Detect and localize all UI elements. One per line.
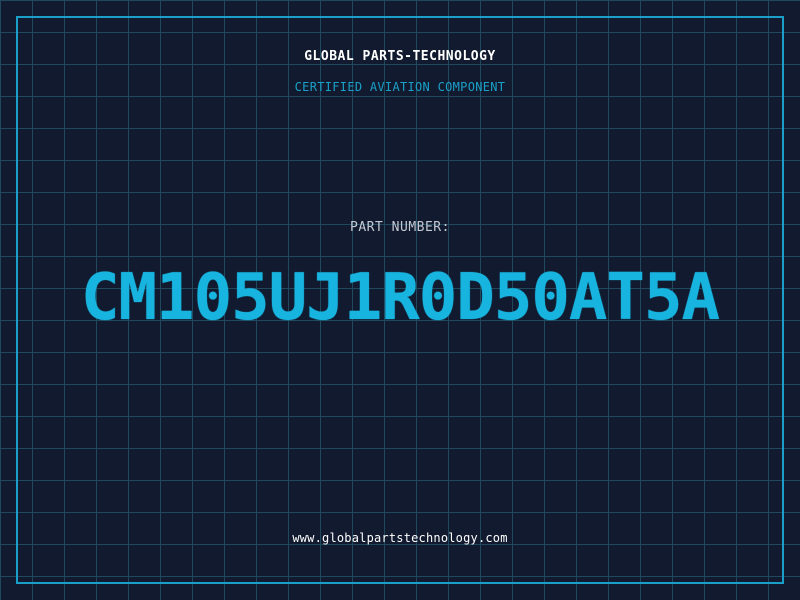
part-number-label: PART NUMBER: [350,220,450,235]
website-url: www.globalpartstechnology.com [292,531,508,545]
company-name: GLOBAL PARTS-TECHNOLOGY [304,49,496,64]
part-number-value: CM105UJ1R0D50AT5A [80,261,720,335]
certification-subtitle: CERTIFIED AVIATION COMPONENT [294,80,506,94]
